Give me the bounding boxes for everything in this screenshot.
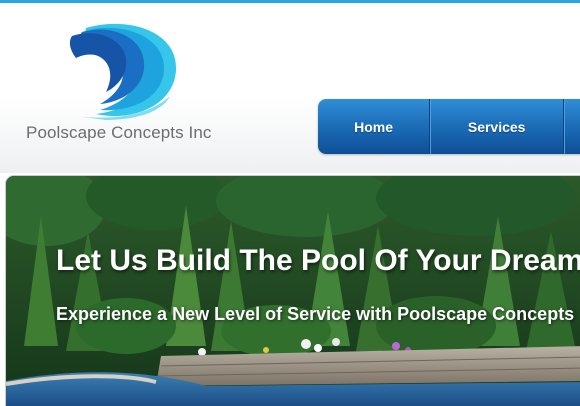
hero-pool-photo	[6, 176, 580, 406]
nav-next-item[interactable]	[564, 99, 580, 154]
hero-title: Let Us Build The Pool Of Your Dream	[56, 244, 580, 277]
wave-logo-icon[interactable]	[66, 20, 184, 120]
brand-name: Poolscape Concepts Inc	[26, 123, 212, 142]
main-nav: Home Services	[318, 99, 580, 154]
nav-home[interactable]: Home	[318, 99, 431, 154]
hero-subtitle: Experience a New Level of Service with P…	[56, 304, 575, 324]
hero-banner: Let Us Build The Pool Of Your Dream Expe…	[6, 176, 580, 406]
nav-services[interactable]: Services	[430, 99, 565, 154]
